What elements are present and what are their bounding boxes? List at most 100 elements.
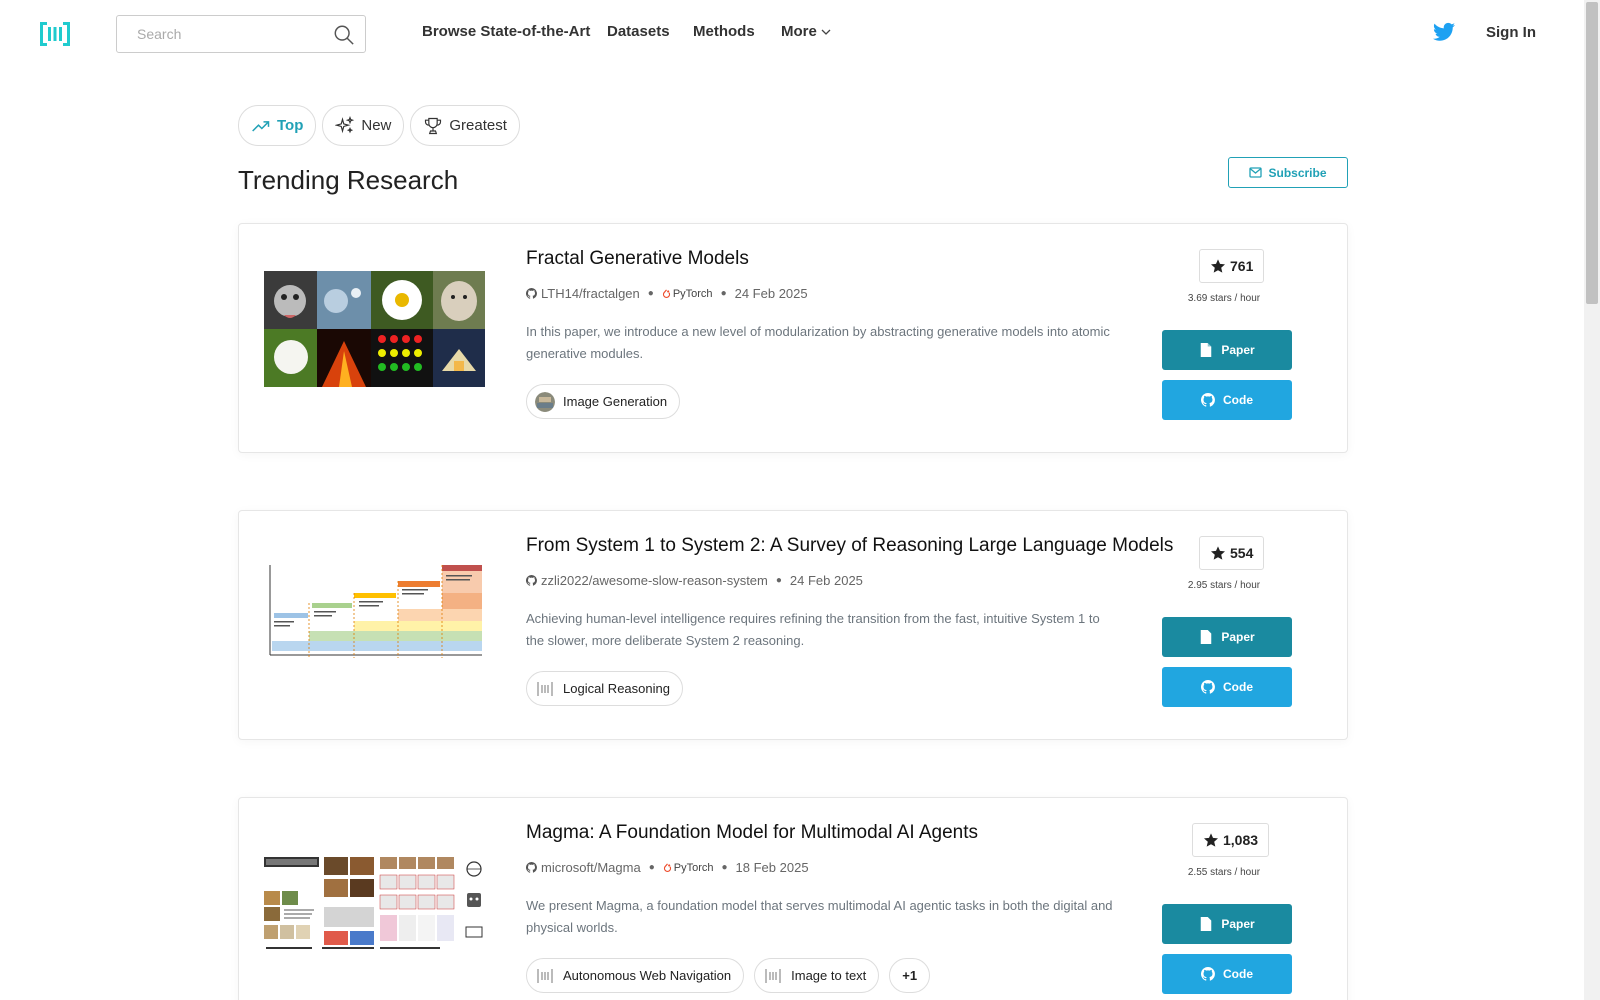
paper-title[interactable]: Magma: A Foundation Model for Multimodal… xyxy=(526,822,978,844)
subscribe-label: Subscribe xyxy=(1268,165,1327,180)
github-icon xyxy=(526,288,537,299)
search-input[interactable] xyxy=(117,16,317,52)
star-icon xyxy=(1211,259,1225,273)
star-count-badge: 554 xyxy=(1199,536,1265,570)
pytorch-icon xyxy=(663,862,671,872)
trending-up-icon xyxy=(252,120,270,132)
paper-date: 24 Feb 2025 xyxy=(789,573,863,588)
document-icon xyxy=(1201,917,1212,931)
task-tag-label: Image to text xyxy=(791,968,867,983)
code-button[interactable]: Code xyxy=(1162,667,1292,707)
meta-separator: ● xyxy=(775,575,782,586)
task-tags: Autonomous Web Navigation Image to text … xyxy=(526,958,931,993)
tab-new-label: New xyxy=(361,117,392,134)
sparkles-icon xyxy=(335,115,355,133)
more-tags-button[interactable]: +1 xyxy=(889,958,931,993)
paper-thumbnail-image[interactable] xyxy=(264,563,485,667)
paper-button-label: Paper xyxy=(1221,343,1255,357)
paper-date: 24 Feb 2025 xyxy=(734,286,808,301)
stars-per-hour: 2.55 stars / hour xyxy=(1187,867,1261,878)
task-tags: Image Generation xyxy=(526,384,681,419)
paper-card: Fractal Generative Models LTH14/fractalg… xyxy=(238,223,1348,453)
repo-link[interactable]: zzli2022/awesome-slow-reason-system xyxy=(541,573,768,588)
task-tag-logical-reasoning[interactable]: Logical Reasoning xyxy=(526,671,683,706)
star-count: 1,083 xyxy=(1223,832,1259,848)
task-tag-image-generation[interactable]: Image Generation xyxy=(526,384,681,419)
task-tag-label: Logical Reasoning xyxy=(563,681,670,696)
paper-abstract: We present Magma, a foundation model tha… xyxy=(526,898,1113,935)
paper-date: 18 Feb 2025 xyxy=(735,860,809,875)
sort-tabs: Top New Greatest xyxy=(238,105,520,146)
code-button[interactable]: Code xyxy=(1162,380,1292,420)
repo-link[interactable]: microsoft/Magma xyxy=(541,860,641,875)
trophy-icon xyxy=(425,117,442,134)
code-button[interactable]: Code xyxy=(1162,954,1292,994)
github-icon xyxy=(526,862,537,873)
tab-new[interactable]: New xyxy=(322,105,405,146)
paper-title[interactable]: Fractal Generative Models xyxy=(526,248,749,270)
task-tag-label: Autonomous Web Navigation xyxy=(563,968,732,983)
search-icon[interactable] xyxy=(333,24,355,46)
framework-label: PyTorch xyxy=(672,287,713,300)
github-icon xyxy=(1201,680,1215,694)
sign-in-link[interactable]: Sign In xyxy=(1486,24,1536,41)
tab-top[interactable]: Top xyxy=(238,105,317,146)
paper-button-label: Paper xyxy=(1221,630,1255,644)
subscribe-button[interactable]: Subscribe xyxy=(1228,157,1348,188)
scrollbar[interactable] xyxy=(1584,0,1600,1000)
meta-separator: ● xyxy=(721,862,728,873)
star-count-badge: 1,083 xyxy=(1192,823,1270,857)
document-icon xyxy=(1201,630,1212,644)
repo-link[interactable]: LTH14/fractalgen xyxy=(541,286,640,301)
navbar: Browse State-of-the-Art Datasets Methods… xyxy=(0,0,1584,68)
code-button-label: Code xyxy=(1223,393,1253,407)
github-icon xyxy=(1201,967,1215,981)
paper-meta: zzli2022/awesome-slow-reason-system ● 24… xyxy=(526,573,863,588)
meta-separator: ● xyxy=(647,288,654,299)
github-icon xyxy=(1201,393,1215,407)
pwc-placeholder-icon xyxy=(537,968,553,983)
nav-more-label: More xyxy=(781,23,817,40)
pwc-placeholder-icon xyxy=(537,681,553,696)
envelope-icon xyxy=(1249,167,1263,178)
tab-greatest[interactable]: Greatest xyxy=(410,105,520,146)
star-icon xyxy=(1211,546,1225,560)
tab-greatest-label: Greatest xyxy=(449,117,507,134)
twitter-icon[interactable] xyxy=(1433,22,1455,42)
github-icon xyxy=(526,575,537,586)
framework-badge: PyTorch xyxy=(662,288,713,300)
scrollbar-thumb[interactable] xyxy=(1586,2,1598,304)
paper-meta: microsoft/Magma ● PyTorch ● 18 Feb 2025 xyxy=(526,860,809,875)
paper-abstract: In this paper, we introduce a new level … xyxy=(526,324,1110,361)
paper-button-label: Paper xyxy=(1221,917,1255,931)
task-thumbnail-icon xyxy=(535,391,555,412)
paperswithcode-logo-icon[interactable] xyxy=(40,20,70,48)
paper-thumbnail-image[interactable] xyxy=(264,271,485,387)
pytorch-icon xyxy=(662,288,670,298)
chevron-down-icon xyxy=(821,29,831,35)
paper-card: Magma: A Foundation Model for Multimodal… xyxy=(238,797,1348,1000)
task-tag-image-to-text[interactable]: Image to text xyxy=(754,958,880,993)
task-tag-label: Image Generation xyxy=(563,394,668,409)
paper-button[interactable]: Paper xyxy=(1162,330,1292,370)
nav-datasets[interactable]: Datasets xyxy=(607,23,670,40)
page-title: Trending Research xyxy=(238,165,459,195)
meta-separator: ● xyxy=(648,862,655,873)
pwc-placeholder-icon xyxy=(765,968,782,983)
nav-methods[interactable]: Methods xyxy=(693,23,755,40)
task-tag-autonomous-web-navigation[interactable]: Autonomous Web Navigation xyxy=(526,958,745,993)
paper-thumbnail-image[interactable] xyxy=(264,855,485,953)
meta-separator: ● xyxy=(720,288,727,299)
nav-more[interactable]: More xyxy=(781,23,831,40)
task-tags: Logical Reasoning xyxy=(526,671,683,706)
star-count: 554 xyxy=(1230,545,1254,561)
document-icon xyxy=(1201,343,1212,357)
framework-badge: PyTorch xyxy=(663,862,714,874)
nav-browse-sota[interactable]: Browse State-of-the-Art xyxy=(422,23,590,40)
paper-button[interactable]: Paper xyxy=(1162,904,1292,944)
code-button-label: Code xyxy=(1223,680,1253,694)
paper-button[interactable]: Paper xyxy=(1162,617,1292,657)
paper-meta: LTH14/fractalgen ● PyTorch ● 24 Feb 2025 xyxy=(526,286,808,301)
paper-card: From System 1 to System 2: A Survey of R… xyxy=(238,510,1348,740)
paper-title[interactable]: From System 1 to System 2: A Survey of R… xyxy=(526,535,1173,557)
